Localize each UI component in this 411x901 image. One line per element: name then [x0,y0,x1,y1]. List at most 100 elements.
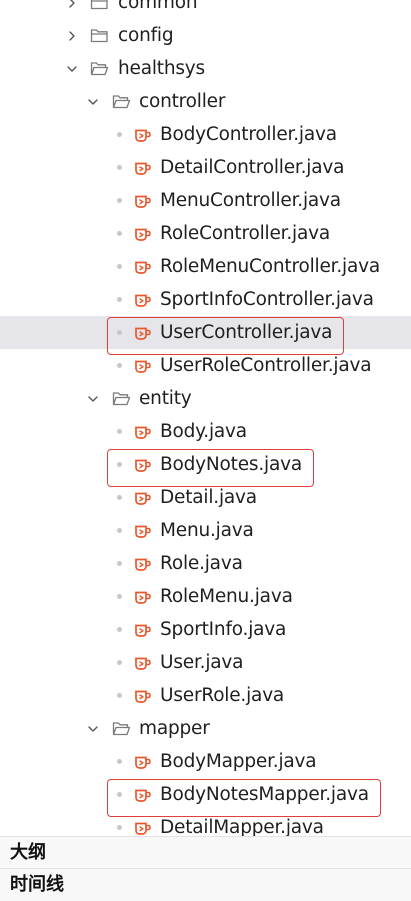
file-explorer-tree: common config healthsys controller BodyContr… [0,0,411,836]
folder-icon [90,0,109,19]
tree-file-bodycontroller[interactable]: BodyController.java [0,118,411,151]
tree-item-label: UserRole.java [160,685,285,706]
tree-item-label: controller [139,91,226,112]
folder-open-icon [112,382,131,415]
indent-dot [117,528,122,533]
chevron-right-icon[interactable] [65,19,79,52]
folder-open-icon [90,52,109,85]
tree-folder-mapper[interactable]: mapper [0,712,411,745]
java-file-icon [134,679,152,712]
java-file-icon [134,118,152,151]
outline-title: 大纲 [10,842,46,863]
indent-dot [117,132,122,137]
indent-dot [117,825,122,830]
java-file-icon [134,448,152,481]
tree-item-label: MenuController.java [160,190,341,211]
indent-dot [117,330,122,335]
tree-folder-entity[interactable]: entity [0,382,411,415]
indent-dot [117,462,122,467]
indent-dot [117,297,122,302]
java-file-icon [134,547,152,580]
java-file-icon [134,613,152,646]
indent-dot [117,594,122,599]
tree-item-label: config [118,25,174,46]
chevron-down-icon[interactable] [86,85,100,118]
tree-item-label: entity [139,388,192,409]
tree-file-sportinfocontroller[interactable]: SportInfoController.java [0,283,411,316]
tree-file-detail[interactable]: Detail.java [0,481,411,514]
outline-section-header[interactable]: 大纲 [0,836,411,869]
chevron-down-icon[interactable] [86,712,100,745]
java-file-icon [134,811,152,836]
tree-item-label: mapper [139,718,210,739]
indent-dot [117,561,122,566]
tree-item-label: BodyNotes.java [160,454,302,475]
tree-item-label: common [118,0,198,13]
tree-item-label: SportInfoController.java [160,289,374,310]
indent-dot [117,759,122,764]
java-file-icon [134,514,152,547]
tree-file-userrole[interactable]: UserRole.java [0,679,411,712]
tree-item-label: Detail.java [160,487,257,508]
tree-folder-config[interactable]: config [0,19,411,52]
tree-file-bodynotes[interactable]: BodyNotes.java [0,448,411,481]
tree-file-sportinfo[interactable]: SportInfo.java [0,613,411,646]
indent-dot [117,363,122,368]
tree-folder-healthsys[interactable]: healthsys [0,52,411,85]
tree-item-label: RoleMenuController.java [160,256,381,277]
tree-item-label: UserController.java [160,322,333,343]
tree-file-bodymapper[interactable]: BodyMapper.java [0,745,411,778]
timeline-title: 时间线 [10,874,64,895]
tree-item-label: RoleMenu.java [160,586,293,607]
tree-folder-controller[interactable]: controller [0,85,411,118]
java-file-icon [134,250,152,283]
indent-dot [117,264,122,269]
tree-item-label: RoleController.java [160,223,331,244]
tree-file-menu[interactable]: Menu.java [0,514,411,547]
java-file-icon [134,316,152,349]
indent-dot [117,792,122,797]
tree-item-label: Body.java [160,421,247,442]
tree-item-label: User.java [160,652,244,673]
tree-item-label: Menu.java [160,520,254,541]
tree-item-label: DetailController.java [160,157,345,178]
java-file-icon [134,580,152,613]
indent-dot [117,231,122,236]
tree-folder-common[interactable]: common [0,0,411,19]
tree-file-user[interactable]: User.java [0,646,411,679]
indent-dot [117,198,122,203]
java-file-icon [134,184,152,217]
tree-file-userrolecontroller[interactable]: UserRoleController.java [0,349,411,382]
java-file-icon [134,415,152,448]
tree-item-label: healthsys [118,58,205,79]
tree-file-menucontroller[interactable]: MenuController.java [0,184,411,217]
java-file-icon [134,481,152,514]
tree-file-rolecontroller[interactable]: RoleController.java [0,217,411,250]
chevron-right-icon[interactable] [65,0,79,19]
chevron-down-icon[interactable] [65,52,79,85]
folder-open-icon [112,712,131,745]
indent-dot [117,693,122,698]
tree-file-detailmapper[interactable]: DetailMapper.java [0,811,411,836]
tree-file-rolemenucontroller[interactable]: RoleMenuController.java [0,250,411,283]
tree-item-label: Role.java [160,553,243,574]
java-file-icon [134,646,152,679]
indent-dot [117,165,122,170]
timeline-section-header[interactable]: 时间线 [0,868,411,901]
tree-item-label: SportInfo.java [160,619,287,640]
tree-file-detailcontroller[interactable]: DetailController.java [0,151,411,184]
tree-file-usercontroller[interactable]: UserController.java [0,316,411,349]
tree-file-rolemenu[interactable]: RoleMenu.java [0,580,411,613]
chevron-down-icon[interactable] [86,382,100,415]
tree-file-body[interactable]: Body.java [0,415,411,448]
tree-item-label: BodyNotesMapper.java [160,784,369,805]
java-file-icon [134,778,152,811]
tree-item-label: DetailMapper.java [160,817,324,836]
tree-file-bodynotesmapper[interactable]: BodyNotesMapper.java [0,778,411,811]
java-file-icon [134,283,152,316]
tree-file-role[interactable]: Role.java [0,547,411,580]
tree-item-label: BodyController.java [160,124,337,145]
folder-icon [90,19,109,52]
java-file-icon [134,349,152,382]
indent-dot [117,495,122,500]
